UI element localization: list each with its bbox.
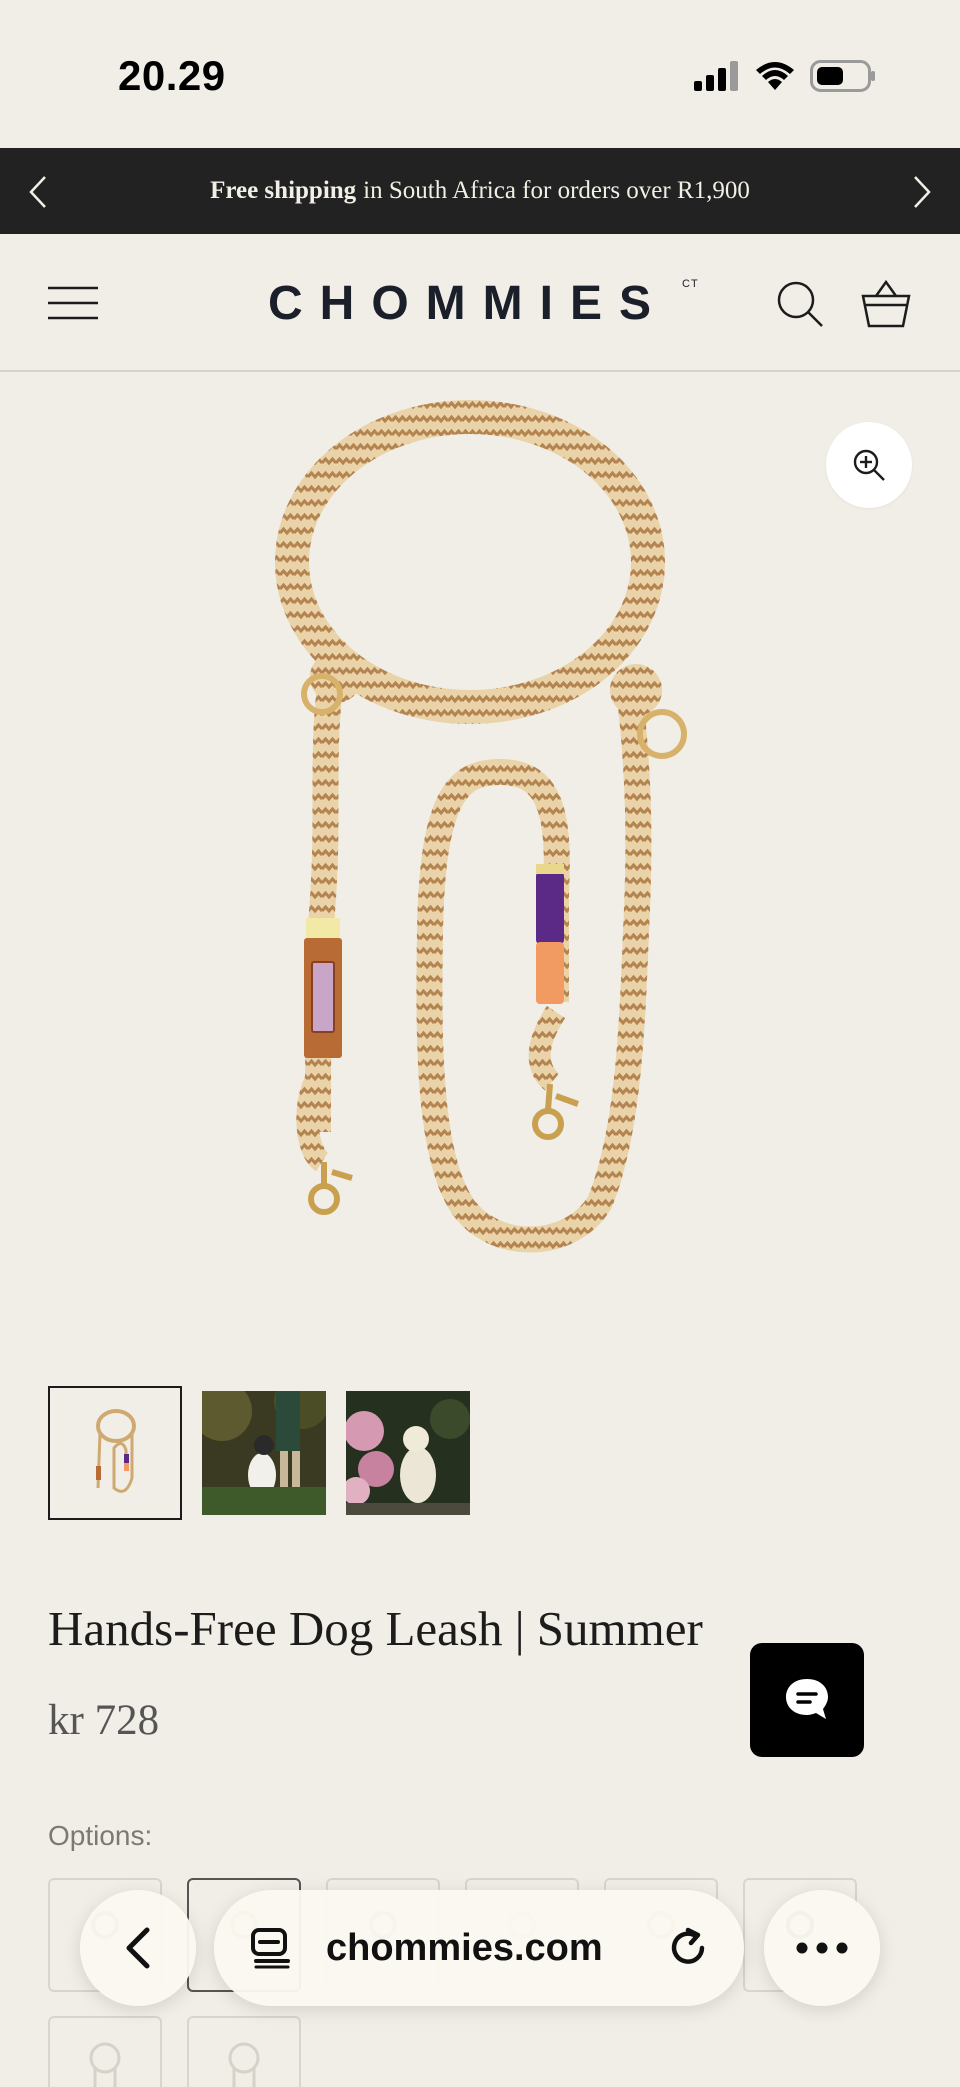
product-thumbnails (48, 1386, 470, 1520)
browser-address-bar[interactable]: chommies.com (214, 1890, 744, 2006)
announcement-bar: Free shipping in South Africa for orders… (0, 148, 960, 234)
announcement-bold-text: Free shipping (210, 177, 357, 204)
browser-back-button[interactable] (80, 1890, 196, 2006)
browser-url: chommies.com (326, 1926, 603, 1969)
options-label: Options: (48, 1820, 153, 1851)
thumbnail-2[interactable] (202, 1391, 326, 1515)
chat-button[interactable] (750, 1643, 864, 1757)
chat-icon (786, 1679, 828, 1719)
hamburger-menu-icon (48, 286, 98, 320)
thumbnail-leash-image (50, 1388, 180, 1518)
basket-icon (861, 279, 911, 328)
option-swatch-8[interactable] (187, 2016, 301, 2087)
site-header: CHOMMIES CT (0, 234, 960, 372)
status-time: 20.29 (118, 52, 226, 99)
swatch-leash-icon (89, 2042, 121, 2087)
product-price: kr 728 (48, 1697, 160, 1744)
signal-icon (694, 61, 738, 91)
cart-button[interactable] (860, 278, 912, 330)
announcement-prev-button[interactable] (18, 172, 58, 212)
search-button[interactable] (776, 280, 824, 328)
thumbnail-garden-dog-image (202, 1391, 326, 1515)
product-title: Hands-Free Dog Leash | Summer (48, 1601, 703, 1656)
swatch-leash-icon (228, 2042, 260, 2087)
menu-button[interactable] (46, 282, 100, 324)
status-icons (694, 56, 876, 96)
status-bar: 20.29 (0, 0, 960, 148)
thumbnail-1[interactable] (48, 1386, 182, 1520)
logo-suffix: CT (682, 278, 699, 290)
back-arrow-icon (126, 1927, 150, 1969)
product-main-image[interactable] (0, 372, 960, 1362)
wifi-icon (756, 62, 794, 90)
battery-icon (810, 60, 875, 92)
announcement-text: in South Africa for orders over R1,900 (363, 177, 750, 204)
reload-icon[interactable] (666, 1926, 710, 1970)
dog-leash-illustration (275, 400, 687, 1253)
zoom-button[interactable] (826, 422, 912, 508)
more-icon (796, 1942, 848, 1954)
chevron-right-icon (914, 176, 931, 208)
thumbnail-3[interactable] (346, 1391, 470, 1515)
zoom-in-icon (853, 449, 885, 481)
thumbnail-hydrangea-dog-image (346, 1391, 470, 1515)
browser-more-button[interactable] (764, 1890, 880, 2006)
tabs-icon (251, 1928, 290, 1969)
announcement-next-button[interactable] (902, 172, 942, 212)
option-swatch-7[interactable] (48, 2016, 162, 2087)
chevron-left-icon (29, 176, 46, 208)
search-icon (777, 281, 823, 327)
site-logo[interactable]: CHOMMIES (268, 276, 668, 331)
